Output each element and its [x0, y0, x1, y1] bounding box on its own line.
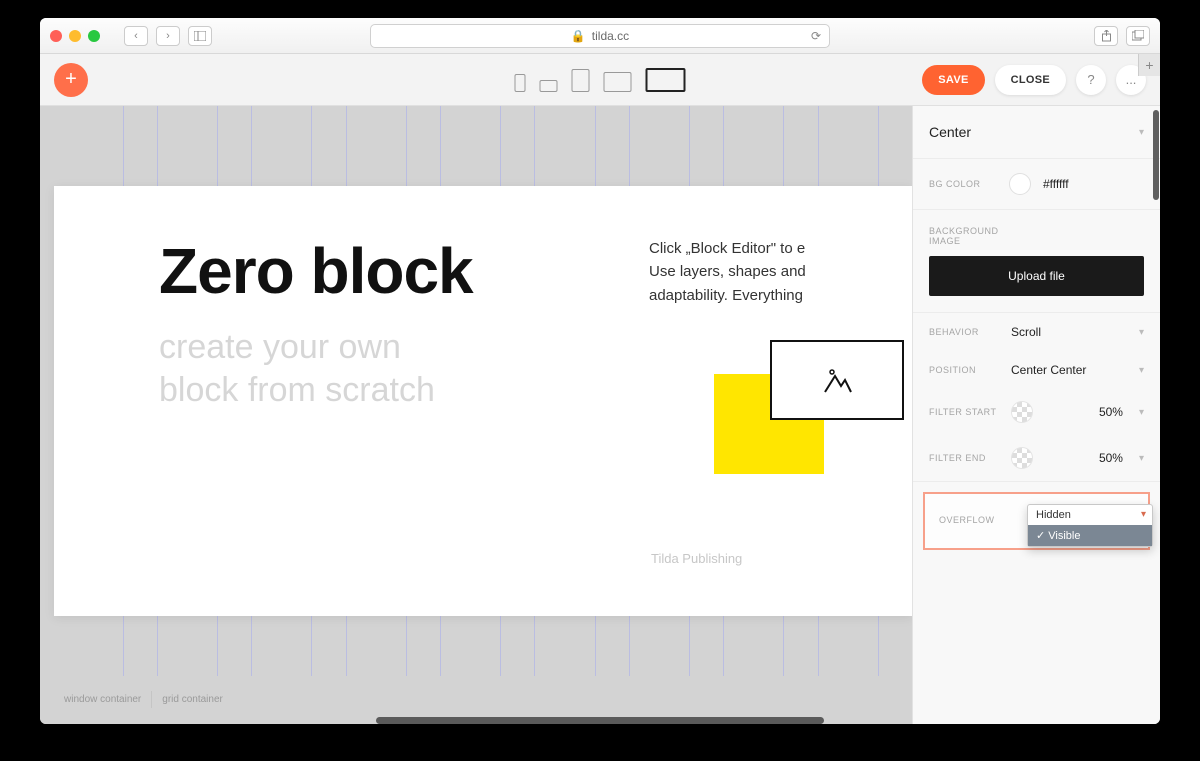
filter-end-row[interactable]: FILTER END 50% ▾ — [913, 435, 1160, 482]
position-row[interactable]: POSITION Center Center ▾ — [913, 351, 1160, 389]
maximize-window-icon[interactable] — [88, 30, 100, 42]
url-text: tilda.cc — [592, 29, 629, 43]
behavior-label: BEHAVIOR — [929, 327, 1001, 337]
tabs-button[interactable] — [1126, 26, 1150, 46]
image-icon — [821, 364, 853, 396]
overflow-section: OVERFLOW ▾ Hidden Visible — [923, 492, 1150, 550]
device-desktop[interactable] — [646, 68, 686, 92]
brand-text[interactable]: Tilda Publishing — [651, 551, 742, 566]
device-phone-landscape[interactable] — [540, 80, 558, 92]
bg-color-label: BG COLOR — [929, 179, 999, 189]
align-value: Center — [929, 124, 1129, 140]
filter-start-value: 50% — [1099, 405, 1123, 419]
filter-start-label: FILTER START — [929, 407, 1001, 417]
close-window-icon[interactable] — [50, 30, 62, 42]
help-button[interactable]: ? — [1076, 65, 1106, 95]
filter-end-label: FILTER END — [929, 453, 1001, 463]
new-tab-button[interactable]: + — [1138, 54, 1160, 76]
position-value: Center Center — [1011, 363, 1129, 377]
chevron-down-icon: ▾ — [1139, 127, 1144, 138]
behavior-row[interactable]: BEHAVIOR Scroll ▾ — [913, 313, 1160, 351]
overflow-label: OVERFLOW — [933, 515, 995, 525]
share-button[interactable] — [1094, 26, 1118, 46]
nav-back-button[interactable]: ‹ — [124, 26, 148, 46]
device-preview-group — [515, 68, 686, 92]
description-line1: Click „Block Editor" to e — [649, 240, 805, 257]
device-phone-portrait[interactable] — [515, 74, 526, 92]
close-button[interactable]: CLOSE — [995, 65, 1066, 95]
chevron-down-icon: ▾ — [1139, 327, 1144, 338]
zero-block-canvas[interactable]: Zero block create your own block from sc… — [54, 186, 912, 616]
upload-file-button[interactable]: Upload file — [929, 256, 1144, 296]
properties-panel: Center ▾ BG COLOR #ffffff BACKGROUND IMA… — [912, 106, 1160, 724]
color-swatch[interactable] — [1009, 173, 1031, 195]
browser-toolbar: ‹ › 🔒 tilda.cc ⟳ — [40, 18, 1160, 54]
dropdown-caret-icon: ▾ — [1141, 509, 1146, 520]
heading-text[interactable]: Zero block — [159, 234, 473, 308]
browser-window: ‹ › 🔒 tilda.cc ⟳ + + SAVE — [40, 18, 1160, 724]
container-labels: window container grid container — [54, 691, 233, 708]
description-line2: Use layers, shapes and — [649, 263, 806, 280]
behavior-value: Scroll — [1011, 325, 1129, 339]
add-block-button[interactable]: + — [54, 63, 88, 97]
window-controls — [50, 30, 100, 42]
save-button[interactable]: SAVE — [922, 65, 984, 95]
chevron-down-icon: ▾ — [1139, 407, 1144, 418]
bg-color-value: #ffffff — [1043, 177, 1144, 191]
scrollbar[interactable] — [1153, 110, 1159, 200]
description-line3: adaptability. Everything — [649, 287, 803, 304]
image-placeholder[interactable] — [770, 340, 904, 420]
subtitle-line2: block from scratch — [159, 371, 435, 409]
bg-color-row[interactable]: BG COLOR #ffffff — [913, 159, 1160, 210]
description-text[interactable]: Click „Block Editor" to e Use layers, sh… — [649, 237, 949, 307]
align-row[interactable]: Center ▾ — [913, 106, 1160, 159]
horizontal-scrollbar[interactable] — [376, 717, 824, 724]
subtitle-text[interactable]: create your own block from scratch — [159, 326, 435, 411]
filter-start-swatch[interactable] — [1011, 401, 1033, 423]
overflow-option-hidden[interactable]: Hidden — [1028, 505, 1152, 525]
chevron-down-icon: ▾ — [1139, 453, 1144, 464]
nav-forward-button[interactable]: › — [156, 26, 180, 46]
window-container-label[interactable]: window container — [54, 691, 152, 708]
device-tablet-portrait[interactable] — [572, 69, 590, 92]
overflow-dropdown[interactable]: ▾ Hidden Visible — [1027, 504, 1153, 547]
filter-start-row[interactable]: FILTER START 50% ▾ — [913, 389, 1160, 435]
grid-container-label[interactable]: grid container — [152, 691, 233, 708]
app-toolbar: + SAVE CLOSE ? ... — [40, 54, 1160, 106]
filter-end-swatch[interactable] — [1011, 447, 1033, 469]
minimize-window-icon[interactable] — [69, 30, 81, 42]
overflow-option-visible[interactable]: Visible — [1028, 525, 1152, 546]
sidebar-toggle-button[interactable] — [188, 26, 212, 46]
bg-image-section: BACKGROUND IMAGE Upload file — [913, 210, 1160, 313]
url-field[interactable]: 🔒 tilda.cc ⟳ — [370, 24, 830, 48]
lock-icon: 🔒 — [571, 29, 586, 43]
device-tablet-landscape[interactable] — [604, 72, 632, 92]
bg-image-label: BACKGROUND IMAGE — [913, 226, 983, 246]
reload-icon[interactable]: ⟳ — [811, 29, 821, 43]
chevron-down-icon: ▾ — [1139, 365, 1144, 376]
filter-end-value: 50% — [1099, 451, 1123, 465]
subtitle-line1: create your own — [159, 328, 401, 366]
position-label: POSITION — [929, 365, 1001, 375]
